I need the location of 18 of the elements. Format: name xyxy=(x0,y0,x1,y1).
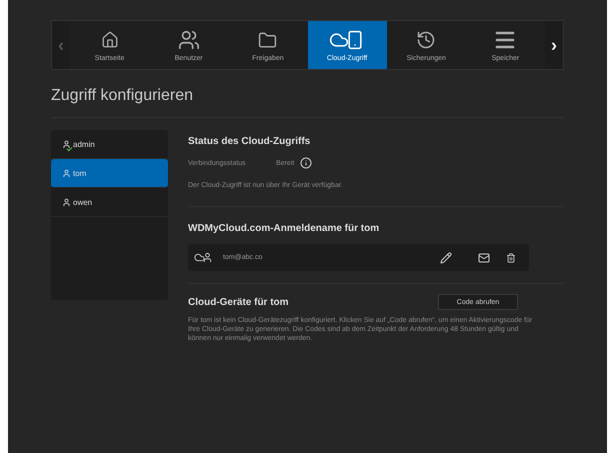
section-heading: Status des Cloud-Zugriffs xyxy=(188,136,312,147)
folder-icon xyxy=(258,30,278,50)
page-title: Zugriff konfigurieren xyxy=(51,86,194,106)
cloud-user-icon xyxy=(194,252,213,263)
user-item[interactable]: owen xyxy=(51,188,168,217)
history-icon xyxy=(416,30,436,50)
users-icon xyxy=(178,29,200,51)
edit-icon[interactable] xyxy=(440,252,452,264)
user-icon xyxy=(62,198,71,206)
user-icon xyxy=(62,168,71,178)
mail-icon[interactable] xyxy=(478,252,490,264)
info-icon[interactable] xyxy=(300,157,312,169)
delete-icon[interactable] xyxy=(506,252,516,262)
section-heading: WDMyCloud.com-Anmeldename für tom xyxy=(188,223,380,234)
home-icon xyxy=(100,31,119,49)
section-heading: Cloud-Geräte für tom xyxy=(188,296,289,308)
admin-user-icon xyxy=(62,140,71,148)
user-item[interactable]: tom xyxy=(51,159,168,188)
